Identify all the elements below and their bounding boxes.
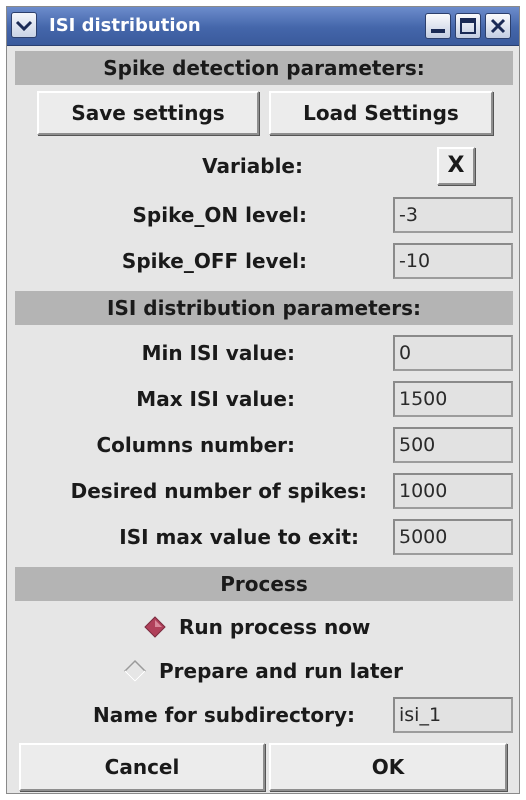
subdirectory-label: Name for subdirectory: bbox=[93, 703, 355, 727]
radio-unselected-icon[interactable] bbox=[123, 659, 147, 683]
save-settings-button[interactable]: Save settings bbox=[37, 91, 259, 135]
isi-max-exit-label: ISI max value to exit: bbox=[119, 525, 359, 549]
load-settings-button[interactable]: Load Settings bbox=[269, 91, 493, 135]
window-title: ISI distribution bbox=[49, 15, 201, 36]
variable-selector-button[interactable]: X bbox=[437, 147, 475, 185]
max-isi-label: Max ISI value: bbox=[136, 387, 295, 411]
run-later-label: Prepare and run later bbox=[159, 659, 403, 683]
maximize-button[interactable] bbox=[455, 13, 481, 39]
spike-on-input[interactable]: -3 bbox=[393, 197, 513, 233]
process-header: Process bbox=[15, 567, 513, 601]
window-menu-button[interactable] bbox=[11, 12, 37, 38]
run-later-option[interactable]: Prepare and run later bbox=[123, 651, 403, 691]
close-button[interactable] bbox=[485, 13, 511, 39]
isi-distribution-window: ISI distribution Spike detection paramet… bbox=[6, 6, 520, 794]
isi-parameters-header: ISI distribution parameters: bbox=[15, 291, 513, 325]
close-icon bbox=[490, 18, 506, 34]
spike-off-input[interactable]: -10 bbox=[393, 243, 513, 279]
spike-off-label: Spike_OFF level: bbox=[121, 249, 307, 273]
max-isi-input[interactable]: 1500 bbox=[393, 381, 513, 417]
title-bar[interactable]: ISI distribution bbox=[7, 7, 519, 46]
columns-number-input[interactable]: 500 bbox=[393, 427, 513, 463]
button-bar: Cancel OK bbox=[7, 739, 519, 793]
radio-selected-icon[interactable] bbox=[143, 615, 167, 639]
min-isi-label: Min ISI value: bbox=[141, 341, 295, 365]
chevron-down-icon bbox=[15, 20, 33, 32]
desired-spikes-input[interactable]: 1000 bbox=[393, 473, 513, 509]
cancel-button[interactable]: Cancel bbox=[19, 743, 265, 791]
run-now-option[interactable]: Run process now bbox=[143, 607, 370, 647]
subdirectory-input[interactable]: isi_1 bbox=[393, 697, 513, 733]
isi-max-exit-input[interactable]: 5000 bbox=[393, 519, 513, 555]
min-isi-input[interactable]: 0 bbox=[393, 335, 513, 371]
spike-on-label: Spike_ON level: bbox=[132, 203, 307, 227]
ok-button[interactable]: OK bbox=[269, 743, 507, 791]
minimize-icon bbox=[431, 29, 445, 33]
desired-spikes-label: Desired number of spikes: bbox=[70, 479, 367, 503]
variable-label: Variable: bbox=[202, 154, 303, 178]
columns-number-label: Columns number: bbox=[96, 433, 295, 457]
spike-detection-header: Spike detection parameters: bbox=[15, 51, 513, 85]
run-now-label: Run process now bbox=[179, 615, 371, 639]
minimize-button[interactable] bbox=[425, 13, 451, 39]
maximize-icon bbox=[460, 18, 476, 34]
